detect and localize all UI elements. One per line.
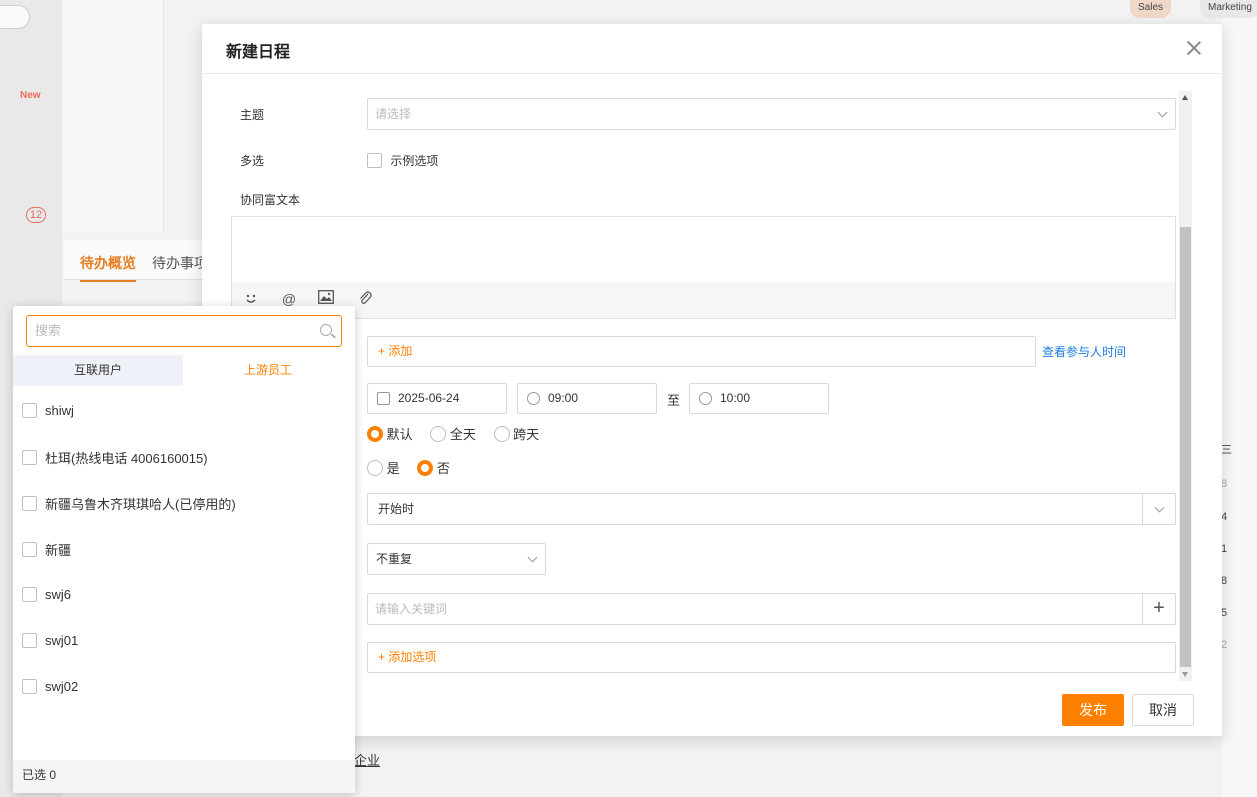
plus-icon[interactable]: +: [1142, 594, 1175, 624]
scroll-down-icon[interactable]: [1182, 672, 1188, 677]
radio-all-day[interactable]: 全天: [430, 425, 476, 442]
clock-icon: [699, 392, 712, 405]
list-item[interactable]: 杜珥(热线电话 4006160015): [22, 448, 208, 467]
multi-option[interactable]: 示例选项: [367, 152, 438, 169]
radio-yes-dot[interactable]: [367, 459, 383, 476]
richtext-label: 协同富文本: [240, 193, 301, 207]
radio-cross-day[interactable]: 跨天: [493, 425, 539, 442]
item-checkbox[interactable]: [22, 450, 37, 465]
list-item[interactable]: 新疆乌鲁木齐琪琪哈人(已停用的): [22, 494, 236, 513]
attachment-icon[interactable]: [356, 290, 374, 308]
modal-scrollbar[interactable]: [1179, 91, 1192, 681]
subject-select[interactable]: 请选择: [367, 98, 1176, 130]
remind-select[interactable]: 开始时: [367, 493, 1176, 525]
search-icon: [320, 324, 332, 336]
richtext-toolbar: @: [232, 282, 1175, 318]
selected-count: 已选 0: [13, 760, 355, 793]
cancel-button[interactable]: 取消: [1132, 694, 1194, 726]
close-icon[interactable]: [1184, 38, 1204, 58]
publish-button[interactable]: 发布: [1062, 694, 1124, 726]
picker-tabs: 互联用户 上游员工: [13, 355, 355, 386]
background-card: [62, 0, 164, 232]
side-number: 三: [1221, 444, 1232, 456]
enterprise-link[interactable]: 企业: [354, 750, 380, 769]
radio-no-dot[interactable]: [417, 459, 434, 476]
tab-todo-items[interactable]: 待办事项: [152, 253, 208, 273]
day-type-radio-group: 默认 全天 跨天: [367, 424, 553, 443]
radio-default[interactable]: 默认: [367, 425, 413, 442]
item-checkbox[interactable]: [22, 679, 37, 695]
sales-tag: Sales: [1130, 0, 1172, 18]
chevron-down-icon: [1154, 502, 1165, 513]
multi-label: 多选: [240, 154, 265, 168]
list-item[interactable]: shiwj: [22, 402, 74, 419]
add-option-button[interactable]: + 添加选项: [367, 642, 1176, 673]
item-checkbox[interactable]: [22, 496, 37, 511]
tab-todo-overview[interactable]: 待办概览: [80, 253, 136, 282]
item-checkbox[interactable]: [22, 587, 37, 603]
radio-all-day-dot[interactable]: [430, 425, 447, 442]
list-item[interactable]: swj6: [22, 586, 71, 603]
calendar-icon: [377, 392, 390, 405]
chevron-down-icon: [1157, 107, 1168, 118]
list-item[interactable]: swj01: [22, 632, 78, 649]
multi-option-label: 示例选项: [390, 154, 439, 168]
new-badge: New: [20, 90, 41, 101]
item-checkbox[interactable]: [22, 542, 37, 557]
yes-no-radio-group: 是 否: [367, 458, 464, 477]
radio-yes[interactable]: 是: [367, 459, 400, 476]
radio-cross-day-dot[interactable]: [493, 425, 510, 442]
keyword-input[interactable]: 请输入关键词 +: [367, 593, 1176, 625]
view-participant-time-link[interactable]: 查看参与人时间: [1042, 343, 1126, 360]
end-time-picker[interactable]: 10:00: [689, 383, 829, 414]
radio-default-dot[interactable]: [367, 425, 383, 442]
list-item[interactable]: 新疆: [22, 540, 71, 559]
search-input[interactable]: 搜索: [26, 315, 342, 347]
modal-title: 新建日程: [226, 44, 291, 61]
to-label: 至: [667, 393, 681, 408]
background-right-panel: [1222, 0, 1257, 797]
start-time-picker[interactable]: 09:00: [517, 383, 657, 414]
tab-linked-users[interactable]: 互联用户: [13, 355, 183, 386]
search-placeholder: 搜索: [35, 323, 62, 338]
clock-icon: [527, 392, 540, 405]
end-time-value: 10:00: [720, 391, 751, 405]
new-schedule-modal: 新建日程 主题 请选择 多选 示例选项 协同富文本 @ + 添加 查看参与人时间…: [202, 24, 1222, 736]
item-checkbox[interactable]: [22, 403, 37, 419]
richtext-editor[interactable]: @: [231, 216, 1176, 319]
subject-label: 主题: [240, 108, 265, 122]
modal-header: 新建日程: [202, 24, 1222, 74]
radio-no[interactable]: 否: [417, 459, 450, 476]
repeat-value: 不重复: [376, 552, 413, 566]
keyword-placeholder: 请输入关键词: [375, 602, 448, 616]
multi-checkbox[interactable]: [367, 153, 382, 168]
tab-upstream-staff[interactable]: 上游员工: [183, 355, 353, 386]
scroll-up-icon[interactable]: [1182, 95, 1188, 100]
date-value: 2025-06-24: [398, 391, 460, 405]
remind-value: 开始时: [378, 502, 415, 516]
chevron-down-icon: [527, 552, 538, 563]
repeat-select[interactable]: 不重复: [367, 543, 546, 575]
subject-placeholder: 请选择: [375, 107, 412, 121]
item-checkbox[interactable]: [22, 633, 37, 649]
scroll-thumb[interactable]: [1180, 227, 1191, 667]
count-badge: 12: [26, 207, 46, 223]
background-toggle: [0, 5, 30, 29]
start-time-value: 09:00: [548, 391, 579, 405]
remind-dropdown-toggle[interactable]: [1142, 494, 1175, 524]
marketing-tag: Marketing: [1200, 0, 1257, 18]
participant-picker: 搜索 互联用户 上游员工 shiwj 杜珥(热线电话 4006160015) 新…: [13, 306, 355, 793]
date-picker[interactable]: 2025-06-24: [367, 383, 507, 414]
list-item[interactable]: swj02: [22, 678, 78, 695]
add-participant-button[interactable]: + 添加: [367, 336, 1036, 367]
